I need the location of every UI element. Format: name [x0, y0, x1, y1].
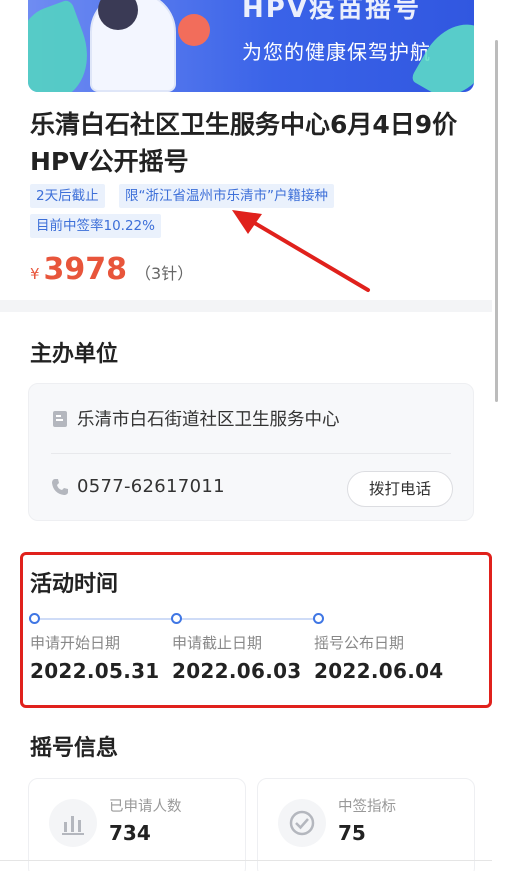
event-title: 乐清白石社区卫生服务中心6月4日9价HPV公开摇号: [30, 110, 458, 176]
annotation-arrow: [232, 210, 370, 292]
bottom-divider: [0, 860, 492, 861]
organizer-name-row: 乐清市白石街道社区卫生服务中心: [51, 406, 340, 431]
organizer-card: 乐清市白石街道社区卫生服务中心 0577-62617011 拨打电话: [28, 383, 474, 521]
applicants-card: 已申请人数 734: [28, 778, 246, 871]
schedule-label-announce: 摇号公布日期: [314, 634, 405, 652]
schedule-date-announce: 2022.06.04: [314, 659, 444, 683]
section-divider: [0, 300, 492, 312]
phone-icon: [51, 478, 69, 496]
quota-card: 中签指标 75: [257, 778, 475, 871]
applicants-value: 734: [109, 821, 151, 845]
hpv-banner: HPV疫苗摇号 为您的健康保驾护航: [28, 0, 474, 92]
banner-subtitle: 为您的健康保驾护航: [242, 40, 431, 64]
timeline-dot: [313, 613, 324, 624]
lottery-section-title: 摇号信息: [30, 736, 119, 761]
schedule-section-title: 活动时间: [30, 572, 119, 597]
schedule-date-deadline: 2022.06.03: [172, 659, 302, 683]
banner-headline: HPV疫苗摇号: [242, 0, 421, 24]
organizer-name: 乐清市白石街道社区卫生服务中心: [77, 410, 340, 430]
price-value: 3978: [43, 252, 128, 287]
call-button[interactable]: 拨打电话: [347, 471, 453, 507]
applicants-label: 已申请人数: [109, 799, 182, 815]
price: ¥ 3978 （3针）: [30, 252, 193, 288]
price-unit: （3针）: [135, 264, 194, 283]
schedule-date-start: 2022.05.31: [30, 659, 160, 683]
quota-value: 75: [338, 821, 366, 845]
timeline-dot: [29, 613, 40, 624]
deadline-tag: 2天后截止: [30, 184, 105, 208]
bar-chart-icon: [49, 799, 97, 847]
schedule-label-deadline: 申请截止日期: [172, 634, 263, 652]
organizer-phone: 0577-62617011: [77, 476, 225, 497]
currency-symbol: ¥: [30, 265, 40, 283]
timeline-dot: [171, 613, 182, 624]
win-rate-tag: 目前中签率10.22%: [30, 214, 161, 238]
organizer-section-title: 主办单位: [30, 342, 119, 367]
check-circle-icon: [278, 799, 326, 847]
organizer-phone-row: 0577-62617011: [51, 476, 225, 497]
heart-apple-illustration: [178, 14, 210, 46]
scrollbar[interactable]: [495, 40, 498, 402]
card-divider: [51, 453, 451, 454]
residency-tag: 限“浙江省温州市乐清市”户籍接种: [119, 184, 334, 208]
schedule-label-start: 申请开始日期: [30, 634, 121, 652]
quota-label: 中签指标: [338, 799, 396, 815]
building-icon: [51, 410, 69, 428]
